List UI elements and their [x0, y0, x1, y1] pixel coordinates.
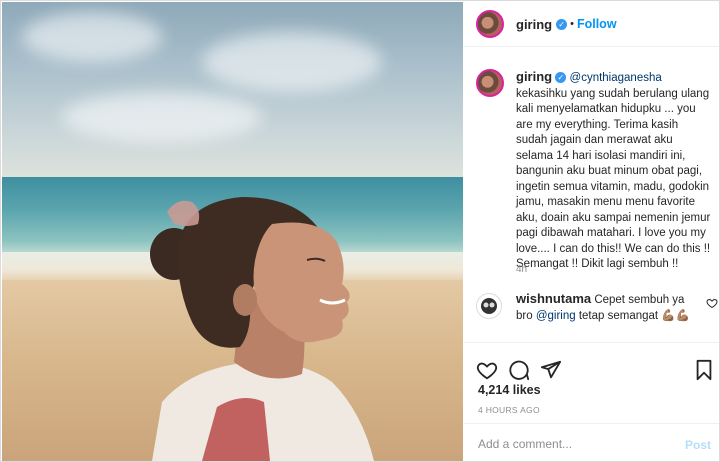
action-bar	[464, 342, 719, 381]
comment-username[interactable]: wishnutama	[516, 291, 591, 306]
caption-mention[interactable]: @cynthiaganesha	[570, 72, 662, 84]
separator-dot: •	[570, 18, 574, 30]
add-comment-bar: Post	[464, 423, 719, 462]
comment-avatar-image	[481, 298, 497, 314]
comment-body-end: tetap semangat 💪🏽💪🏽	[575, 309, 690, 322]
post-photo[interactable]	[2, 2, 463, 461]
caption-time[interactable]: 4h	[516, 264, 527, 275]
post-header: giring ✓ • Follow	[464, 2, 719, 47]
caption: giring ✓ @cynthiaganesha kekasihku yang …	[476, 69, 712, 273]
comment-row: wishnutama Cepet sembuh ya bro @giring t…	[476, 291, 718, 324]
comment-like-heart-icon[interactable]	[706, 297, 718, 309]
post-frame: giring ✓ • Follow giring ✓ @cynthiaganes…	[0, 0, 720, 462]
comment-text: wishnutama Cepet sembuh ya bro @giring t…	[516, 291, 696, 324]
bookmark-icon[interactable]	[694, 359, 714, 381]
verified-badge-icon: ✓	[556, 18, 568, 30]
caption-body: kekasihku yang sudah berulang ulang kali…	[516, 87, 711, 271]
follow-button[interactable]: Follow	[577, 17, 617, 31]
caption-avatar[interactable]	[476, 69, 504, 97]
comment-mention[interactable]: @giring	[536, 310, 576, 322]
caption-text: giring ✓ @cynthiaganesha kekasihku yang …	[516, 69, 712, 273]
caption-username[interactable]: giring	[516, 69, 552, 84]
avatar[interactable]	[476, 10, 504, 38]
photo-person	[150, 197, 374, 461]
header-username[interactable]: giring	[516, 17, 552, 32]
post-sidebar: giring ✓ • Follow giring ✓ @cynthiaganes…	[464, 2, 719, 461]
comment-icon[interactable]	[508, 359, 530, 381]
post-comment-button[interactable]: Post	[685, 438, 711, 452]
likes-count[interactable]: 4,214 likes	[478, 383, 541, 397]
post-timestamp[interactable]: 4 HOURS AGO	[478, 405, 540, 415]
comment-avatar[interactable]	[476, 293, 502, 319]
verified-badge-icon: ✓	[555, 72, 567, 84]
share-icon[interactable]	[540, 359, 562, 381]
heart-icon[interactable]	[476, 359, 498, 381]
add-comment-input[interactable]	[476, 433, 670, 455]
